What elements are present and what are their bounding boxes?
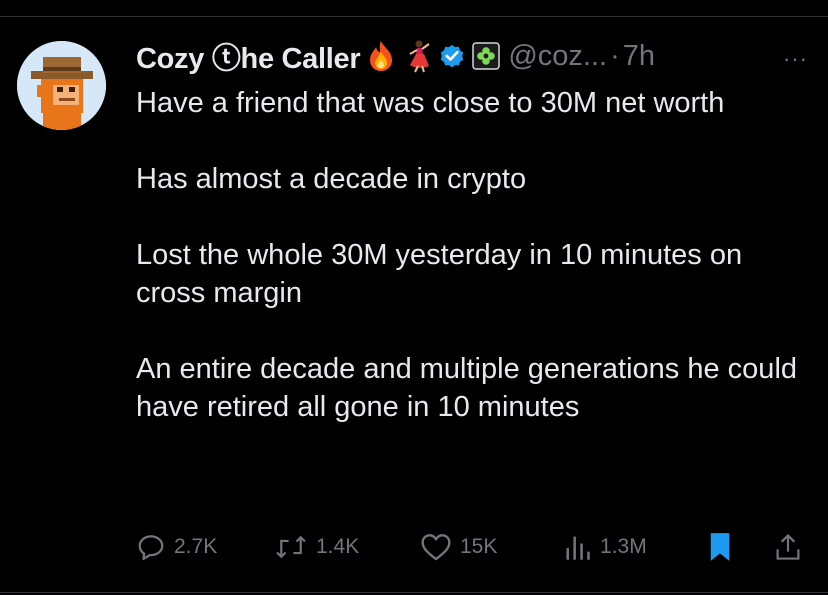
fire-emoji-icon [366, 40, 396, 72]
reply-icon [138, 535, 164, 560]
view-count: 1.3M [600, 535, 647, 558]
more-options-icon[interactable]: ··· [783, 46, 808, 72]
tweet-text: Have a friend that was close to 30M net … [136, 84, 816, 426]
views-button[interactable]: 1.3M [564, 532, 647, 562]
separator-dot: · [610, 39, 620, 72]
flower-badge-icon[interactable] [472, 42, 501, 70]
timestamp[interactable]: 7h [623, 40, 655, 73]
tweet-paragraph: Lost the whole 30M yesterday in 10 minut… [136, 239, 743, 309]
repost-count: 1.4K [316, 535, 360, 558]
bookmark-icon [710, 533, 730, 561]
reply-count: 2.7K [174, 535, 218, 558]
bookmark-button[interactable] [708, 532, 732, 562]
display-name[interactable]: Cozy ⓣhe Caller [136, 35, 361, 77]
heart-icon [421, 534, 451, 561]
dancer-emoji-icon [402, 39, 432, 73]
tweet-header: Cozy ⓣhe Caller @coz... · 7h ··· [136, 36, 812, 76]
avatar[interactable] [17, 41, 106, 130]
handle[interactable]: @coz... [508, 40, 607, 73]
repost-button[interactable]: 1.4K [274, 532, 359, 562]
share-icon [776, 534, 800, 560]
action-bar: 2.7K 1.4K 15K 1.3M [136, 532, 808, 568]
top-divider [0, 16, 828, 17]
analytics-icon [566, 536, 590, 560]
tweet-paragraph: Have a friend that was close to 30M net … [136, 87, 725, 119]
pixel-cowboy-ape-avatar [17, 41, 106, 130]
tweet-paragraph: Has almost a decade in crypto [136, 163, 527, 195]
reply-button[interactable]: 2.7K [136, 532, 217, 562]
verified-badge-icon[interactable] [438, 42, 466, 70]
repost-icon [276, 535, 306, 559]
share-button[interactable] [774, 532, 802, 562]
like-count: 15K [460, 535, 498, 558]
tweet-paragraph: An entire decade and multiple generation… [136, 353, 798, 423]
bottom-divider [0, 592, 828, 593]
like-button[interactable]: 15K [420, 532, 497, 562]
